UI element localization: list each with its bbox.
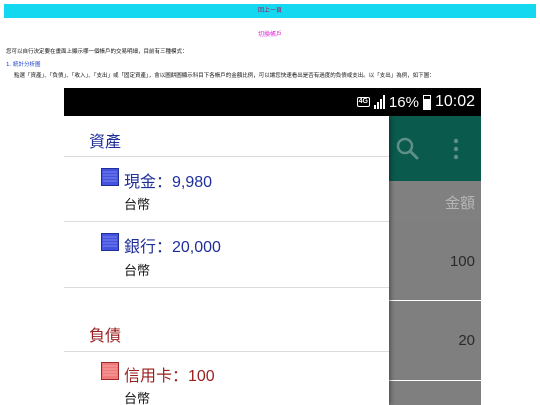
signal-icon — [373, 95, 385, 109]
account-name: 現金：9,980 — [124, 174, 213, 191]
asset-section-title[interactable]: 資產 — [89, 128, 121, 152]
section-title[interactable]: 1. 統計分析圖 — [6, 60, 41, 68]
row-amount: 20 — [458, 332, 475, 349]
blue-note-icon — [101, 233, 119, 251]
switch-account-link[interactable]: 切換帳戶 — [0, 29, 540, 38]
network-type-icon: 4G — [356, 97, 370, 107]
account-drawer: 資產 現金：9,980 台幣 銀行：20,000 台幣 負債 信用卡：100 台… — [64, 116, 389, 405]
intro-text: 您可以自行決定要在畫面上顯示哪一個帳戶的交易明細，目前有三種模式： — [6, 49, 188, 55]
amount-column-header: 金額 — [444, 195, 475, 212]
more-options-icon[interactable] — [453, 138, 459, 160]
phone-screenshot: 4G 16% 10:02 金額 100 20 資產 現金：9,980 台幣 銀行… — [64, 88, 481, 405]
row-amount: 100 — [449, 253, 475, 270]
back-link[interactable]: 回上一頁 — [258, 7, 282, 14]
back-bar[interactable]: 回上一頁 — [4, 4, 536, 18]
account-name: 銀行：20,000 — [124, 239, 221, 256]
red-note-icon — [101, 362, 119, 380]
divider — [64, 221, 389, 222]
blue-note-icon — [101, 168, 119, 186]
account-currency: 台幣 — [124, 264, 151, 279]
search-icon[interactable] — [395, 136, 419, 160]
battery-icon — [422, 94, 431, 110]
clock: 10:02 — [434, 93, 475, 110]
account-currency: 台幣 — [124, 198, 151, 213]
divider — [64, 287, 389, 288]
divider — [64, 156, 389, 157]
divider — [64, 351, 389, 352]
battery-percent: 16% — [388, 93, 419, 111]
account-name: 信用卡：100 — [124, 368, 215, 385]
status-indicators: 4G 16% 10:02 — [356, 91, 475, 113]
account-currency: 台幣 — [124, 392, 151, 405]
instructions-text: 點選「資產」、「負債」、「收入」、「支出」或「固定資產」，會以圖餅圖顯示科目下各… — [14, 73, 435, 79]
status-bar: 4G 16% 10:02 — [64, 88, 481, 116]
liability-section-title[interactable]: 負債 — [89, 322, 121, 346]
